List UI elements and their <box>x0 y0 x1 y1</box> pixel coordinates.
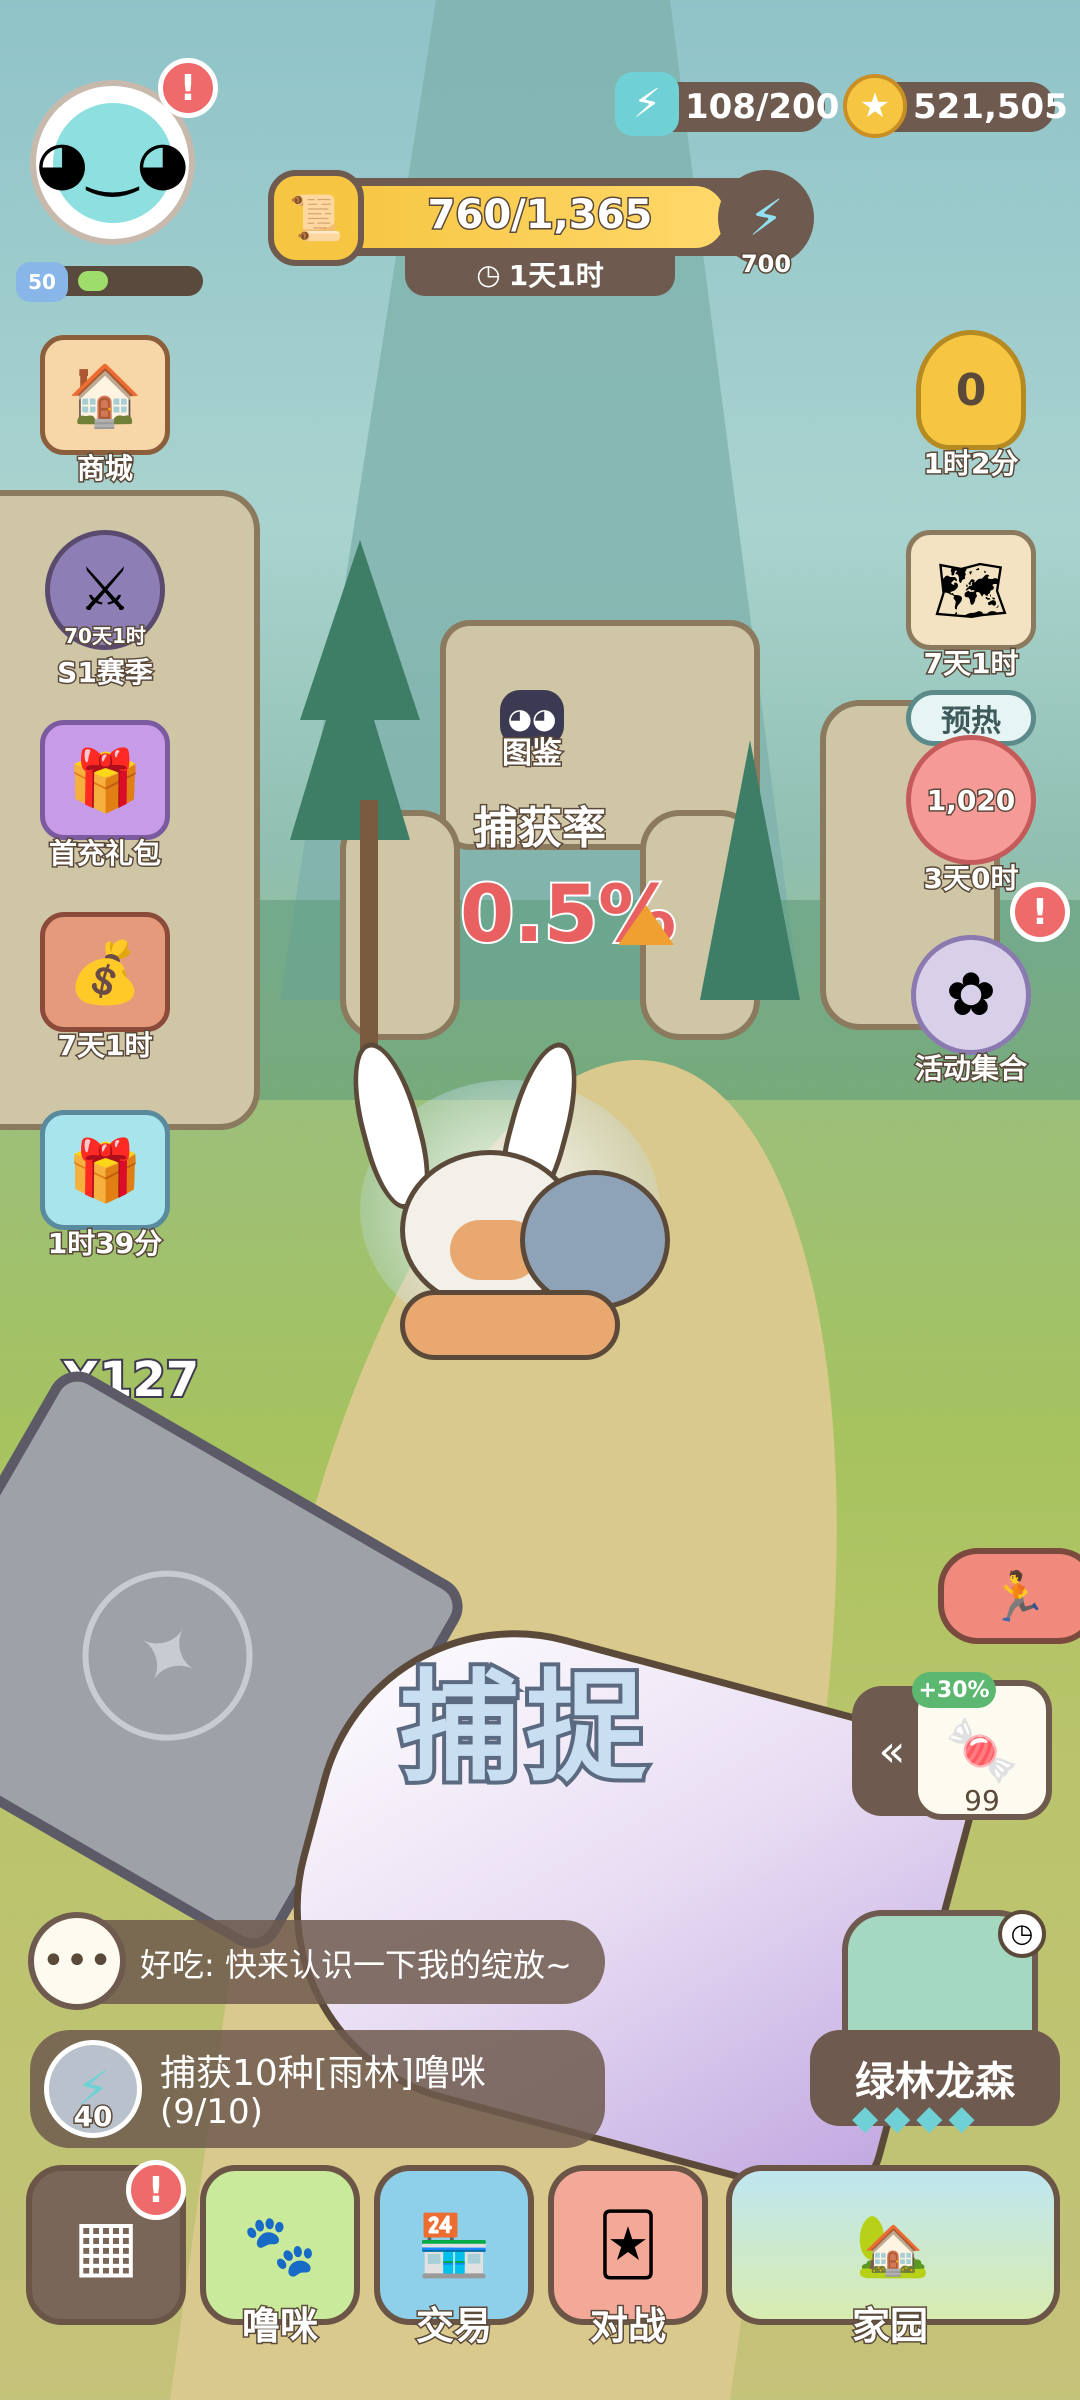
level-bar-fill <box>78 271 108 291</box>
quest-progress: (9/10) <box>160 2092 263 2132</box>
treasure-chest-icon: 💰 <box>40 912 170 1032</box>
candy-bonus-badge: +30% <box>912 1672 996 1708</box>
catch-rate-value: 0.5% <box>458 868 678 962</box>
ellipsis-icon: ••• <box>41 1938 113 1984</box>
grid-icon: ▦ <box>72 2204 140 2286</box>
pass-timer-text: 1天1时 <box>508 259 604 292</box>
pass-scroll-icon: 📜 <box>268 170 364 266</box>
avatar-alert-icon: ! <box>158 58 218 118</box>
quest-reward: 40 <box>72 2099 114 2135</box>
peach-icon: 1,020 <box>906 735 1036 865</box>
gift-box-icon: 🎁 <box>40 720 170 840</box>
card-emblem-icon: ✦ <box>51 1539 284 1772</box>
pass-reward-value: 700 <box>739 249 792 280</box>
events-label: 活动集合 <box>913 1051 1028 1087</box>
candy-icon: 🍬 <box>944 1715 1020 1786</box>
creature-shell <box>520 1170 670 1310</box>
clock-icon: ◷ <box>476 257 501 291</box>
pine-tree <box>290 640 410 840</box>
catch-button[interactable]: 捕捉 <box>396 1630 652 1804</box>
treasure-map-icon: 🗺 <box>906 530 1036 650</box>
double-chevron-left-icon: « <box>878 1725 906 1777</box>
candy-count: 99 <box>964 1784 1000 1817</box>
nav-trade-label: 交易 <box>414 2303 493 2350</box>
treasure-button[interactable]: 💰 7天1时 <box>30 912 180 1064</box>
shop-button[interactable]: 🏠 商城 <box>30 335 180 487</box>
trophy-timer: 1时2分 <box>922 446 1020 482</box>
season-button[interactable]: ⚔ 70天1时 S1赛季 <box>30 530 180 691</box>
creature-body <box>400 1290 620 1360</box>
jellyfish-avatar-icon: ◕‿◕ <box>36 102 189 223</box>
preheat-button[interactable]: 1,020 3天0时 <box>896 735 1046 897</box>
map-event-button[interactable]: 🗺 7天1时 <box>896 530 1046 682</box>
events-button[interactable]: ✿ 活动集合 <box>896 935 1046 1087</box>
catch-rate-label: 捕获率 <box>473 802 608 856</box>
rate-up-arrow-icon <box>618 905 674 945</box>
battle-cards-icon: 🃏 <box>597 2210 659 2280</box>
nav-battle-label: 对战 <box>588 2303 667 2350</box>
pass-timer: ◷ 1天1时 <box>405 252 675 296</box>
shop-label: 商城 <box>75 451 134 487</box>
area-timer-icon: ◷ <box>998 1910 1046 1958</box>
wild-creature[interactable] <box>339 1035 670 1380</box>
trophy-icon: 0 <box>916 330 1026 450</box>
season-timer: 70天1时 <box>63 623 148 650</box>
nav-lumi-label: 噜咪 <box>240 2303 319 2350</box>
energy-value: 108/200 <box>685 87 840 127</box>
preheat-value: 1,020 <box>925 782 1017 818</box>
shop-house-icon: 🏠 <box>40 335 170 455</box>
chat-button[interactable]: ••• <box>28 1912 126 2010</box>
trophy-count: 0 <box>955 364 987 416</box>
quest-title: 捕获10种[雨林]噜咪 <box>160 2053 486 2094</box>
energy-bolt-icon: ⚡ <box>615 72 679 136</box>
run-icon: 🏃 <box>988 1568 1048 1625</box>
coin-icon: ★ <box>843 74 907 138</box>
run-away-button[interactable]: 🏃 <box>938 1548 1080 1644</box>
trade-machine-icon: 🏪 <box>416 2210 492 2281</box>
first-pack-button[interactable]: 🎁 首充礼包 <box>30 720 180 872</box>
menu-alert-icon: ! <box>126 2160 186 2220</box>
level-badge: 50 <box>16 262 68 302</box>
map-timer: 7天1时 <box>922 646 1020 682</box>
tree-trunk <box>360 800 378 1050</box>
nav-home-label: 家园 <box>850 2303 929 2350</box>
gift-timer: 1时39分 <box>46 1226 163 1262</box>
events-alert-icon: ! <box>1010 882 1070 942</box>
season-label: S1赛季 <box>56 655 155 691</box>
pine-tree <box>700 740 800 1000</box>
dex-label[interactable]: 图鉴 <box>470 728 594 773</box>
lumi-bowl-icon: 🐾 <box>242 2210 318 2281</box>
coin-value: 521,505 <box>913 87 1068 127</box>
home-pet-icon: 🏡 <box>855 2210 931 2281</box>
area-stars-icon: ◆◆◆◆ <box>852 2098 981 2138</box>
quest-panel[interactable]: ⚡ 40 捕获10种[雨林]噜咪 (9/10) <box>30 2030 605 2148</box>
treasure-timer: 7天1时 <box>56 1028 154 1064</box>
flower-wreath-icon: ✿ <box>911 935 1031 1055</box>
chat-message: 好吃: 快来认识一下我的绽放~ <box>140 1946 572 1984</box>
gift-button[interactable]: 🎁 1时39分 <box>30 1110 180 1262</box>
present-icon: 🎁 <box>40 1110 170 1230</box>
first-pack-label: 首充礼包 <box>47 836 162 872</box>
trophy-button[interactable]: 0 1时2分 <box>896 330 1046 482</box>
